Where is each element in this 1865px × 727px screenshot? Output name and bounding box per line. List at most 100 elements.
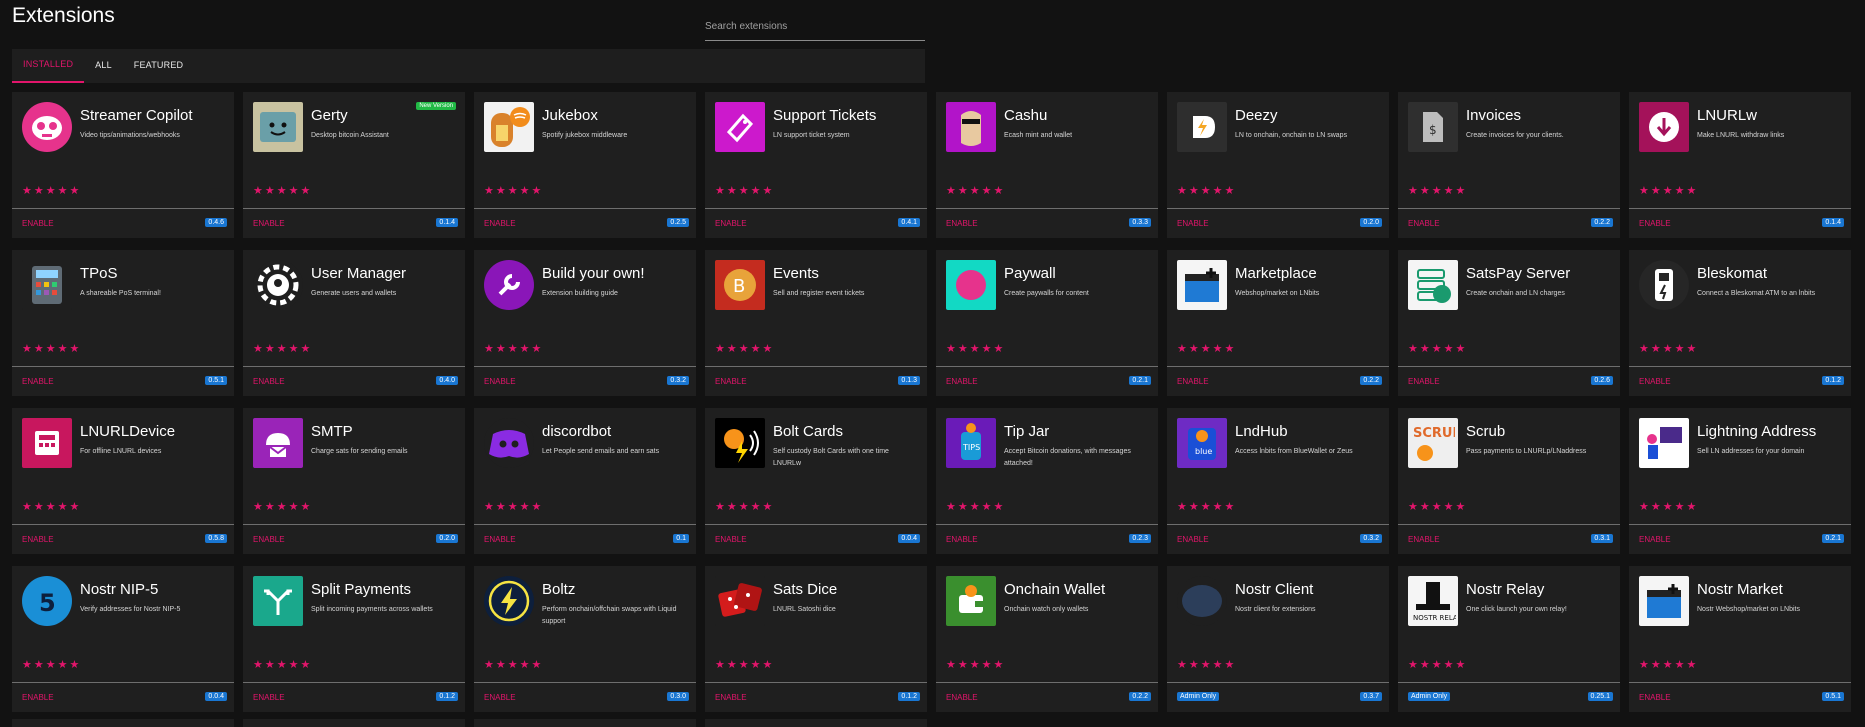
- enable-button[interactable]: ENABLE: [253, 693, 285, 702]
- rating-stars[interactable]: ★★★★★: [1408, 500, 1467, 513]
- extension-card-nostr-market[interactable]: Nostr Market Nostr Webshop/market on LNbi…: [1629, 566, 1851, 712]
- tab-all[interactable]: ALL: [84, 49, 123, 83]
- search-input[interactable]: [705, 12, 925, 40]
- extension-card-support-tickets[interactable]: Support Tickets LN support ticket system ★…: [705, 92, 927, 238]
- rating-stars[interactable]: ★★★★★: [946, 658, 1005, 671]
- enable-button[interactable]: ENABLE: [1177, 535, 1209, 544]
- extension-card-gerty[interactable]: Gerty Desktop bitcoin Assistant New Versio…: [243, 92, 465, 238]
- enable-button[interactable]: ENABLE: [253, 377, 285, 386]
- extension-card-user-manager[interactable]: User Manager Generate users and wallets ★★…: [243, 250, 465, 396]
- enable-button[interactable]: ENABLE: [1639, 377, 1671, 386]
- enable-button[interactable]: ENABLE: [946, 219, 978, 228]
- extension-card-discordbot[interactable]: discordbot Let People send emails and ear…: [474, 408, 696, 554]
- enable-button[interactable]: ENABLE: [22, 693, 54, 702]
- rating-stars[interactable]: ★★★★★: [715, 658, 774, 671]
- enable-button[interactable]: ENABLE: [1408, 377, 1440, 386]
- rating-stars[interactable]: ★★★★★: [1408, 342, 1467, 355]
- rating-stars[interactable]: ★★★★★: [1177, 500, 1236, 513]
- rating-stars[interactable]: ★★★★★: [1639, 658, 1698, 671]
- extension-card-scrub[interactable]: SCRUB Scrub Pass payments to LNURLp/LNaddr…: [1398, 408, 1620, 554]
- enable-button[interactable]: ENABLE: [253, 535, 285, 544]
- rating-stars[interactable]: ★★★★★: [1408, 658, 1467, 671]
- extension-card-tpos[interactable]: TPoS A shareable PoS terminal! ★★★★★ ENABLE…: [12, 250, 234, 396]
- rating-stars[interactable]: ★★★★★: [22, 184, 81, 197]
- rating-stars[interactable]: ★★★★★: [22, 658, 81, 671]
- rating-stars[interactable]: ★★★★★: [1408, 184, 1467, 197]
- tab-installed[interactable]: INSTALLED: [12, 49, 85, 83]
- rating-stars[interactable]: ★★★★★: [484, 342, 543, 355]
- enable-button[interactable]: ENABLE: [715, 219, 747, 228]
- extension-card-lightning-address[interactable]: Lightning Address Sell LN addresses for y…: [1629, 408, 1851, 554]
- enable-button[interactable]: ENABLE: [484, 377, 516, 386]
- enable-button[interactable]: ENABLE: [253, 219, 285, 228]
- enable-button[interactable]: ENABLE: [1177, 377, 1209, 386]
- rating-stars[interactable]: ★★★★★: [253, 184, 312, 197]
- extension-card-jukebox[interactable]: Jukebox Spotify jukebox middleware ★★★★★ EN…: [474, 92, 696, 238]
- rating-stars[interactable]: ★★★★★: [253, 658, 312, 671]
- rating-stars[interactable]: ★★★★★: [484, 658, 543, 671]
- enable-button[interactable]: ENABLE: [22, 219, 54, 228]
- enable-button[interactable]: ENABLE: [22, 535, 54, 544]
- rating-stars[interactable]: ★★★★★: [253, 500, 312, 513]
- rating-stars[interactable]: ★★★★★: [253, 342, 312, 355]
- extension-card-satspay-server[interactable]: SatsPay Server Create onchain and LN char…: [1398, 250, 1620, 396]
- rating-stars[interactable]: ★★★★★: [946, 184, 1005, 197]
- extension-card-events[interactable]: B Events Sell and register event tickets ★★…: [705, 250, 927, 396]
- rating-stars[interactable]: ★★★★★: [715, 184, 774, 197]
- enable-button[interactable]: ENABLE: [946, 693, 978, 702]
- rating-stars[interactable]: ★★★★★: [1639, 500, 1698, 513]
- extension-card-sats-dice[interactable]: Sats Dice LNURL Satoshi dice ★★★★★ ENABLE 0.…: [705, 566, 927, 712]
- extension-card-deezy[interactable]: Deezy LN to onchain, onchain to LN swaps ★…: [1167, 92, 1389, 238]
- extension-card-smtp[interactable]: SMTP Charge sats for sending emails ★★★★★ E…: [243, 408, 465, 554]
- extension-card-marketplace[interactable]: Marketplace Webshop/market on LNbits ★★★★★…: [1167, 250, 1389, 396]
- extension-card-split-payments[interactable]: Split Payments Split incoming payments ac…: [243, 566, 465, 712]
- extension-card-tip-jar[interactable]: TIPS Tip Jar Accept Bitcoin donations, wit…: [936, 408, 1158, 554]
- enable-button[interactable]: ENABLE: [484, 535, 516, 544]
- rating-stars[interactable]: ★★★★★: [22, 342, 81, 355]
- extension-card-nostr-nip-5[interactable]: 5 Nostr NIP-5 Verify addresses for Nostr N…: [12, 566, 234, 712]
- extension-card-bolt-cards[interactable]: Bolt Cards Self custody Bolt Cards with o…: [705, 408, 927, 554]
- enable-button[interactable]: ENABLE: [946, 535, 978, 544]
- extension-card-nostr-client[interactable]: Nostr Client Nostr client for extensions ★…: [1167, 566, 1389, 712]
- rating-stars[interactable]: ★★★★★: [22, 500, 81, 513]
- extension-card-cashu[interactable]: Cashu Ecash mint and wallet ★★★★★ ENABLE 0.3…: [936, 92, 1158, 238]
- rating-stars[interactable]: ★★★★★: [946, 342, 1005, 355]
- enable-button[interactable]: ENABLE: [1639, 219, 1671, 228]
- extension-card-streamer-copilot[interactable]: Streamer Copilot Video tips/animations/we…: [12, 92, 234, 238]
- enable-button[interactable]: ENABLE: [484, 219, 516, 228]
- rating-stars[interactable]: ★★★★★: [1639, 342, 1698, 355]
- enable-button[interactable]: ENABLE: [1639, 693, 1671, 702]
- enable-button[interactable]: ENABLE: [946, 377, 978, 386]
- enable-button[interactable]: ENABLE: [715, 693, 747, 702]
- enable-button[interactable]: ENABLE: [715, 377, 747, 386]
- extension-card-onchain-wallet[interactable]: Onchain Wallet Onchain watch only wallets…: [936, 566, 1158, 712]
- enable-button[interactable]: ENABLE: [484, 693, 516, 702]
- rating-stars[interactable]: ★★★★★: [715, 500, 774, 513]
- rating-stars[interactable]: ★★★★★: [715, 342, 774, 355]
- extension-card-lnurlw[interactable]: LNURLw Make LNURL withdraw links ★★★★★ ENAB…: [1629, 92, 1851, 238]
- rating-stars[interactable]: ★★★★★: [1177, 342, 1236, 355]
- search-field[interactable]: [705, 8, 925, 41]
- extension-card-nostr-relay[interactable]: NOSTR RELAY Nostr Relay One click launch y…: [1398, 566, 1620, 712]
- rating-stars[interactable]: ★★★★★: [1639, 184, 1698, 197]
- enable-button[interactable]: ENABLE: [1639, 535, 1671, 544]
- rating-stars[interactable]: ★★★★★: [484, 500, 543, 513]
- extension-card-lnurldevice[interactable]: LNURLDevice For offline LNURL devices ★★★★…: [12, 408, 234, 554]
- extension-card-lndhub[interactable]: blue LndHub Access lnbits from BlueWallet …: [1167, 408, 1389, 554]
- tab-featured[interactable]: FEATURED: [123, 49, 194, 83]
- extension-card-boltz[interactable]: Boltz Perform onchain/offchain swaps with…: [474, 566, 696, 712]
- enable-button[interactable]: ENABLE: [1408, 535, 1440, 544]
- enable-button[interactable]: ENABLE: [22, 377, 54, 386]
- extension-card-paywall[interactable]: Paywall Create paywalls for content ★★★★★ E…: [936, 250, 1158, 396]
- rating-stars[interactable]: ★★★★★: [1177, 184, 1236, 197]
- extension-card-invoices[interactable]: $ Invoices Create invoices for your client…: [1398, 92, 1620, 238]
- rating-stars[interactable]: ★★★★★: [484, 184, 543, 197]
- rating-stars[interactable]: ★★★★★: [1177, 658, 1236, 671]
- enable-button[interactable]: ENABLE: [1408, 219, 1440, 228]
- card-divider: [1167, 366, 1389, 367]
- enable-button[interactable]: ENABLE: [715, 535, 747, 544]
- extension-card-build-your-own[interactable]: Build your own! Extension building guide ★…: [474, 250, 696, 396]
- enable-button[interactable]: ENABLE: [1177, 219, 1209, 228]
- extension-card-bleskomat[interactable]: Bleskomat Connect a Bleskomat ATM to an l…: [1629, 250, 1851, 396]
- rating-stars[interactable]: ★★★★★: [946, 500, 1005, 513]
